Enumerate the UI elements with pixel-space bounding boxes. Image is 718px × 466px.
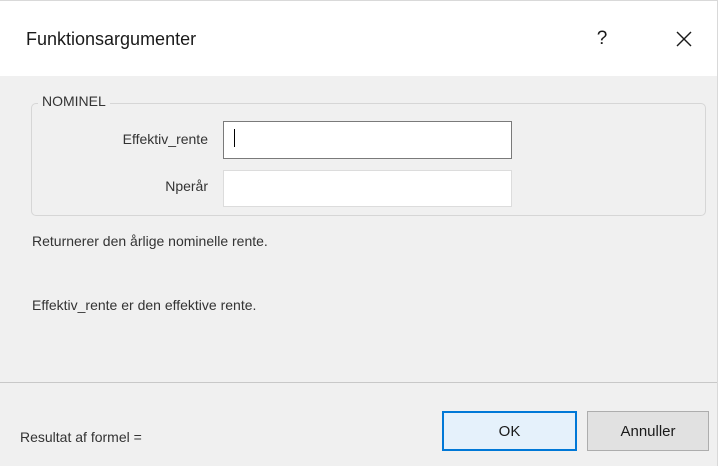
dialog-title: Funktionsargumenter [26, 29, 197, 49]
argument-help-text: Effektiv_rente er den effektive rente. [32, 297, 257, 313]
effektiv-rente-input[interactable] [223, 121, 512, 159]
nperaar-input[interactable] [223, 170, 512, 207]
nperaar-label: Nperår [165, 178, 208, 194]
close-button[interactable] [664, 19, 704, 59]
effektiv-rente-label: Effektiv_rente [122, 131, 208, 147]
close-icon [676, 31, 692, 47]
title-bar: Funktionsargumenter ? [0, 1, 717, 76]
function-description: Returnerer den årlige nominelle rente. [32, 233, 268, 249]
help-icon: ? [596, 28, 608, 49]
ok-button[interactable]: OK [442, 411, 577, 451]
formula-result-label: Resultat af formel = [20, 429, 142, 445]
footer-divider [0, 382, 717, 383]
function-arguments-dialog: Funktionsargumenter ? NOMINEL Effektiv_r… [0, 0, 718, 466]
help-button[interactable]: ? [582, 19, 622, 59]
function-name: NOMINEL [38, 93, 110, 109]
cancel-button[interactable]: Annuller [587, 411, 709, 451]
text-cursor [234, 129, 235, 147]
